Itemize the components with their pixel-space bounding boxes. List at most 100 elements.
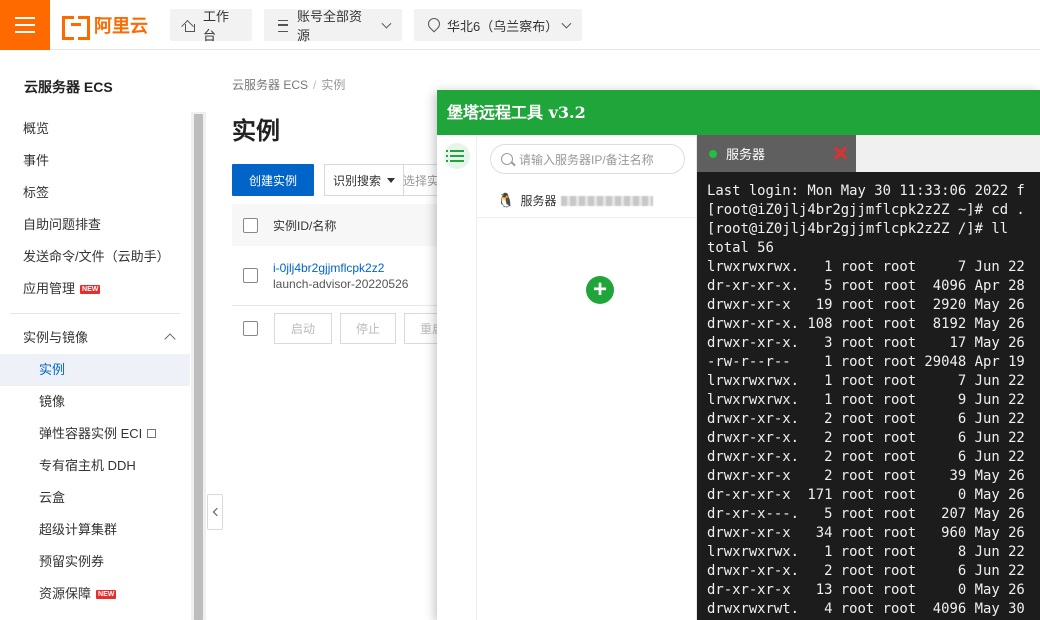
instance-id-link[interactable]: i-0jlj4br2gjjmflcpk2z2 (273, 260, 408, 276)
tool-title: 堡塔远程工具 v3.2 (437, 90, 1040, 135)
top-bar: 阿里云 工作台 账号全部资源 华北6（乌兰察布） (0, 0, 1040, 50)
sidebar-item-instances[interactable]: 实例 (0, 354, 190, 386)
sidebar-item-troubleshoot[interactable]: 自助问题排查 (0, 209, 190, 241)
batch-actions: 启动 停止 重启 (232, 313, 468, 344)
close-icon[interactable] (833, 146, 847, 160)
terminal-line: drwxr-xr-x. 2 root root 6 Jun 22 (707, 449, 1025, 465)
server-search-placeholder: 请输入服务器IP/备注名称 (519, 152, 654, 167)
sidebar-nav: 概览 事件 标签 自助问题排查 发送命令/文件（云助手） 应用管理 NEW 实例与… (0, 113, 190, 610)
sidebar-item-cloud-assistant[interactable]: 发送命令/文件（云助手） (0, 241, 190, 273)
server-list-panel: 请输入服务器IP/备注名称 🐧 服务器 + (477, 135, 697, 620)
terminal-line: dr-xr-xr-x 13 root root 0 May 26 (707, 582, 1025, 598)
terminal-output[interactable]: Last login: Mon May 30 11:33:06 2022 f [r… (697, 172, 1040, 620)
sidebar-item-events[interactable]: 事件 (0, 145, 190, 177)
sidebar-group-instances-images: 实例与镜像 实例 镜像 弹性容器实例 ECI 专有宿主机 DDH 云盒 超级计算… (0, 322, 190, 610)
sidebar-group-label: 实例与镜像 (23, 330, 89, 345)
external-link-icon (147, 429, 157, 438)
chevron-down-icon (381, 18, 392, 28)
region-label: 华北6（乌兰察布） (447, 18, 559, 34)
page-title: 实例 (232, 118, 280, 145)
create-instance-button[interactable]: 创建实例 (232, 164, 314, 196)
sidebar-item-overview[interactable]: 概览 (0, 113, 190, 145)
terminal-line: drwxr-xr-x 2 root root 39 May 26 (707, 468, 1025, 484)
row-checkbox[interactable] (243, 268, 258, 283)
tool-left-rail (437, 135, 477, 620)
search-type-label: 识别搜索 (333, 173, 382, 188)
sidebar: 云服务器 ECS 概览 事件 标签 自助问题排查 发送命令/文件（云助手） 应用… (0, 51, 206, 620)
instance-cell: i-0jlj4br2gjjmflcpk2z2 launch-advisor-20… (273, 260, 408, 292)
resource-scope-dropdown[interactable]: 账号全部资源 (264, 9, 402, 43)
sidebar-group-header[interactable]: 实例与镜像 (0, 322, 190, 354)
breadcrumb-separator: / (313, 78, 317, 92)
sidebar-item-label: 资源保障 (39, 586, 92, 601)
sidebar-item-images[interactable]: 镜像 (0, 386, 190, 418)
terminal-line: lrwxrwxrwx. 1 root root 9 Jun 22 (707, 392, 1025, 408)
terminal-line: drwxr-xr-x 34 root root 960 May 26 (707, 525, 1025, 541)
hamburger-menu-icon[interactable] (0, 0, 50, 50)
search-type-dropdown[interactable]: 识别搜索 (324, 164, 404, 196)
sidebar-scrollbar[interactable] (191, 112, 206, 620)
search-icon (501, 153, 513, 165)
connected-status-icon (709, 149, 717, 158)
breadcrumb: 云服务器 ECS / 实例 (232, 76, 345, 93)
new-badge: NEW (80, 285, 101, 294)
terminal-tab-bar: 服务器 (697, 135, 1040, 172)
new-badge: NEW (96, 590, 117, 599)
terminal-line: drwxr-xr-x. 108 root root 8192 May 26 (707, 316, 1025, 332)
server-search-input[interactable]: 请输入服务器IP/备注名称 (490, 144, 685, 174)
redacted-ip (561, 195, 654, 206)
terminal-line: drwxr-xr-x 19 root root 2920 May 26 (707, 297, 1025, 313)
table-row: i-0jlj4br2gjjmflcpk2z2 launch-advisor-20… (232, 246, 452, 306)
sidebar-title: 云服务器 ECS (24, 79, 113, 95)
terminal-line: dr-xr-xr-x 171 root root 0 May 26 (707, 487, 1025, 503)
terminal-line: [root@iZ0jlj4br2gjjmflcpk2z2Z /]# ll (707, 221, 1009, 237)
resource-scope-label: 账号全部资源 (297, 9, 363, 43)
sidebar-item-resource-assurance[interactable]: 资源保障 NEW (0, 578, 190, 610)
sidebar-item-tags[interactable]: 标签 (0, 177, 190, 209)
chevron-up-icon (164, 333, 176, 345)
region-dropdown[interactable]: 华北6（乌兰察布） (414, 9, 582, 41)
workbench-button[interactable]: 工作台 (170, 9, 252, 43)
sidebar-item-reserved-instances[interactable]: 预留实例券 (0, 546, 190, 578)
sidebar-item-label: 应用管理 (23, 281, 76, 296)
workbench-label: 工作台 (203, 9, 230, 43)
terminal-tab[interactable]: 服务器 (697, 135, 856, 172)
start-button[interactable]: 启动 (274, 313, 332, 344)
sidebar-item-cloud-box[interactable]: 云盒 (0, 482, 190, 514)
scrollbar-thumb[interactable] (194, 114, 203, 620)
terminal-line: drwxr-xr-x. 2 root root 6 Jun 22 (707, 563, 1025, 579)
instance-table: 实例ID/名称 i-0jlj4br2gjjmflcpk2z2 launch-ad… (232, 204, 452, 306)
terminal-line: drwxr-xr-x. 2 root root 6 Jun 22 (707, 411, 1025, 427)
batch-select-checkbox[interactable] (243, 321, 258, 336)
search-placeholder: 选择实 (403, 173, 440, 188)
breadcrumb-current: 实例 (321, 78, 346, 92)
terminal-line: [root@iZ0jlj4br2gjjmflcpk2z2Z ~]# cd . (707, 202, 1025, 218)
add-server-button[interactable]: + (586, 276, 614, 304)
terminal-line: dr-xr-xr-x. 5 root root 4096 Apr 28 (707, 278, 1025, 294)
terminal-line: Last login: Mon May 30 11:33:06 2022 f (707, 183, 1025, 199)
server-item-label: 服务器 (520, 194, 557, 208)
breadcrumb-ecs[interactable]: 云服务器 ECS (232, 78, 308, 92)
stop-button[interactable]: 停止 (340, 313, 396, 344)
sidebar-item-scc[interactable]: 超级计算集群 (0, 514, 190, 546)
terminal-line: drwxrwxrwt. 4 root root 4096 May 30 (707, 601, 1025, 617)
sidebar-item-eci[interactable]: 弹性容器实例 ECI (0, 418, 190, 450)
instance-name: launch-advisor-20220526 (273, 276, 409, 291)
column-header-id-name: 实例ID/名称 (273, 218, 337, 233)
server-list-item[interactable]: 🐧 服务器 (477, 184, 697, 218)
remote-tool-window: 堡塔远程工具 v3.2 请输入服务器IP/备注名称 🐧 服务器 + 服务器 La… (437, 90, 1040, 620)
resource-group-icon (276, 18, 290, 32)
caret-down-icon (387, 177, 396, 183)
location-pin-icon (426, 18, 440, 32)
terminal-line: -rw-r--r-- 1 root root 29048 Apr 19 (707, 354, 1025, 370)
sidebar-item-app-management[interactable]: 应用管理 NEW (0, 273, 190, 305)
sidebar-item-label: 弹性容器实例 ECI (39, 426, 143, 441)
terminal-line: lrwxrwxrwx. 1 root root 8 Jun 22 (707, 544, 1025, 560)
select-all-checkbox[interactable] (243, 217, 258, 233)
table-header: 实例ID/名称 (232, 204, 452, 246)
sidebar-item-ddh[interactable]: 专有宿主机 DDH (0, 450, 190, 482)
server-list-icon[interactable] (444, 143, 470, 169)
aliyun-logo[interactable]: 阿里云 (62, 13, 148, 40)
terminal-line: total 56 (707, 240, 774, 256)
aliyun-logo-icon (62, 16, 90, 40)
